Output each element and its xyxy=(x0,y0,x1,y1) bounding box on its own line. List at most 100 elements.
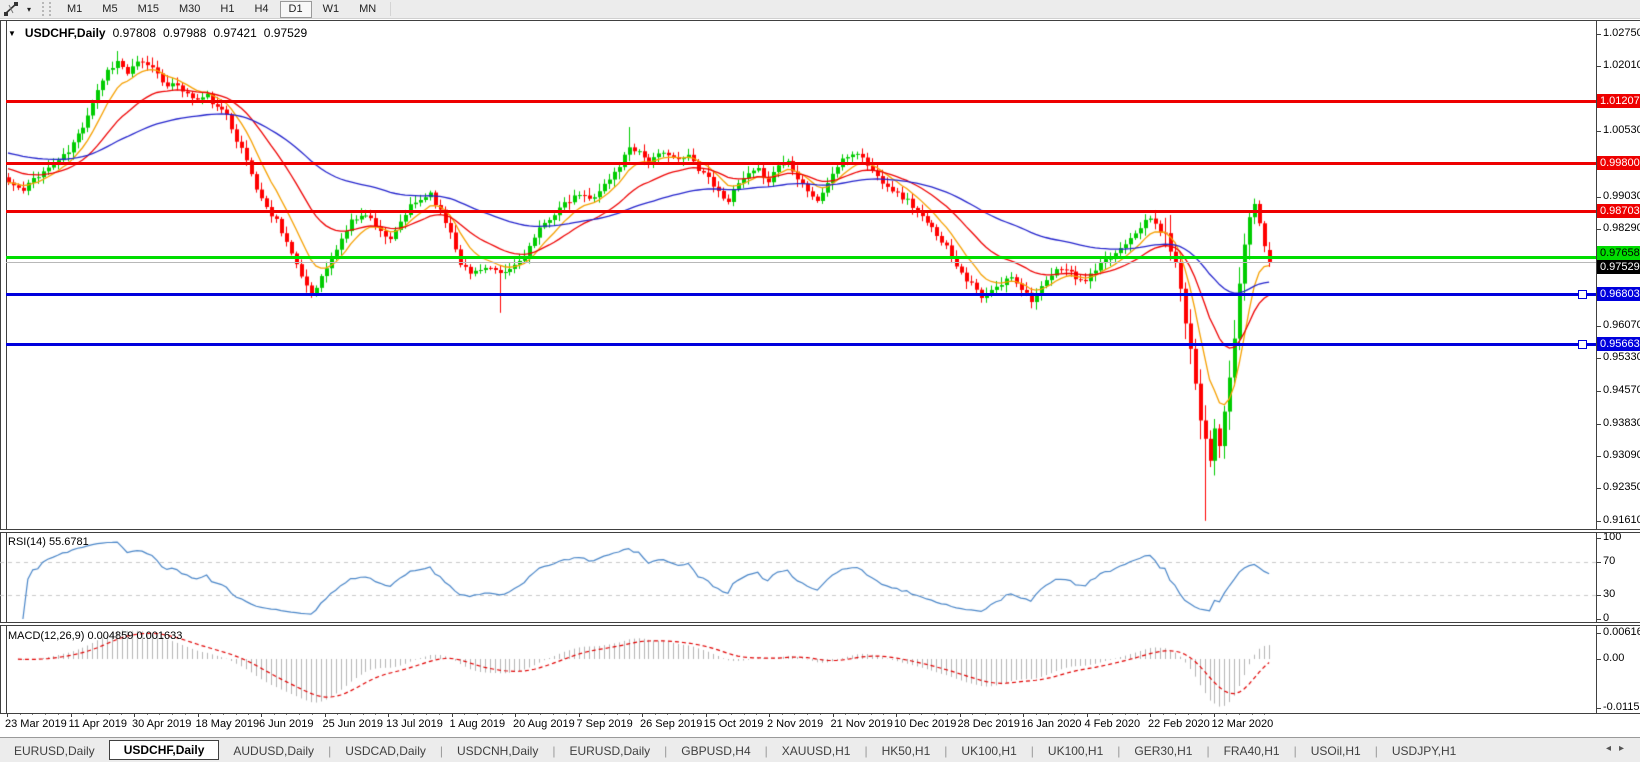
price-tick-label: 0.96070 xyxy=(1603,319,1640,331)
toolbar-separator xyxy=(390,2,391,16)
date-label: 4 Feb 2020 xyxy=(1085,718,1141,730)
price-tick-mark xyxy=(1596,521,1601,522)
price-badge-support-2: 0.95663 xyxy=(1597,337,1640,351)
timeframe-button-m30[interactable]: M30 xyxy=(170,1,209,18)
chart-tab-ger30-h1[interactable]: GER30,H1 xyxy=(1120,742,1206,760)
date-label: 25 Jun 2019 xyxy=(323,718,384,730)
timeframe-button-h4[interactable]: H4 xyxy=(245,1,277,18)
price-tick-mark xyxy=(1596,197,1601,198)
pane-splitter-macd[interactable] xyxy=(0,622,1640,626)
chart-tab-fra40-h1[interactable]: FRA40,H1 xyxy=(1210,742,1294,760)
date-label: 18 May 2019 xyxy=(196,718,260,730)
price-tick-mark xyxy=(1596,229,1601,230)
macd-axis-label: 0.006167 xyxy=(1603,626,1640,638)
chart-tab-usdjpy-h1[interactable]: USDJPY,H1 xyxy=(1378,742,1470,760)
level-line-resistance-3[interactable] xyxy=(6,210,1596,213)
toolbar-drag-handle[interactable] xyxy=(42,2,51,16)
macd-tick-mark xyxy=(1596,659,1601,660)
date-label: 22 Feb 2020 xyxy=(1148,718,1210,730)
chart-tab-usdchf-daily[interactable]: USDCHF,Daily xyxy=(109,740,220,760)
rsi-tick-mark xyxy=(1596,619,1601,620)
level-line-resistance-1[interactable] xyxy=(6,100,1596,103)
chart-tab-audusd-daily[interactable]: AUDUSD,Daily xyxy=(219,742,328,760)
level-line-handle[interactable] xyxy=(1578,290,1587,299)
chart-collapse-icon[interactable]: ▼ xyxy=(8,29,16,38)
level-line-current-price xyxy=(6,262,1596,263)
rsi-tick-mark xyxy=(1596,562,1601,563)
date-label: 12 Mar 2020 xyxy=(1212,718,1274,730)
tab-scroll-arrows[interactable]: ◂▸ xyxy=(1606,743,1632,754)
price-tick-label: 1.00530 xyxy=(1603,124,1640,136)
date-label: 28 Dec 2019 xyxy=(958,718,1020,730)
timeframe-button-w1[interactable]: W1 xyxy=(314,1,349,18)
price-tick-label: 0.93090 xyxy=(1603,449,1640,461)
date-label: 10 Dec 2019 xyxy=(894,718,956,730)
macd-axis-label: 0.00 xyxy=(1603,652,1624,664)
level-line-resistance-2[interactable] xyxy=(6,162,1596,165)
chart-tab-usdcad-daily[interactable]: USDCAD,Daily xyxy=(331,742,440,760)
drawing-tools-icon[interactable] xyxy=(0,1,22,17)
chart-tab-uk100-h1[interactable]: UK100,H1 xyxy=(1034,742,1117,760)
chart-tab-usoil-h1[interactable]: USOil,H1 xyxy=(1297,742,1375,760)
date-label: 30 Apr 2019 xyxy=(132,718,191,730)
timeframe-button-h1[interactable]: H1 xyxy=(211,1,243,18)
price-chart-canvas[interactable] xyxy=(0,21,1596,529)
price-tick-label: 1.02750 xyxy=(1603,27,1640,39)
price-axis-border xyxy=(1596,21,1597,713)
date-label: 2 Nov 2019 xyxy=(767,718,823,730)
trading-platform-window: ▾ M1M5M15M30H1H4D1W1MN ▼ USDCHF,Daily 0.… xyxy=(0,0,1640,762)
timeframe-button-m5[interactable]: M5 xyxy=(93,1,126,18)
price-tick-mark xyxy=(1596,456,1601,457)
price-tick-label: 0.93830 xyxy=(1603,417,1640,429)
chart-tab-hk50-h1[interactable]: HK50,H1 xyxy=(868,742,945,760)
price-tick-label: 0.94570 xyxy=(1603,384,1640,396)
chart-tab-usdcnh-daily[interactable]: USDCNH,Daily xyxy=(443,742,552,760)
macd-tick-mark xyxy=(1596,708,1601,709)
pane-splitter-rsi[interactable] xyxy=(0,529,1640,533)
date-label: 11 Apr 2019 xyxy=(69,718,128,730)
price-tick-mark xyxy=(1596,391,1601,392)
price-tick-mark xyxy=(1596,131,1601,132)
rsi-tick-mark xyxy=(1596,538,1601,539)
date-label: 20 Aug 2019 xyxy=(513,718,575,730)
level-line-support-2[interactable] xyxy=(6,343,1596,346)
timeframe-button-m1[interactable]: M1 xyxy=(58,1,91,18)
price-badge-pivot-green: 0.97658 xyxy=(1597,246,1640,260)
chart-title: ▼ USDCHF,Daily 0.97808 0.97988 0.97421 0… xyxy=(8,26,307,40)
date-label: 13 Jul 2019 xyxy=(386,718,443,730)
level-line-support-1[interactable] xyxy=(6,293,1596,296)
chart-tab-eurusd-daily[interactable]: EURUSD,Daily xyxy=(0,742,109,760)
ohlc-close: 0.97529 xyxy=(264,26,307,40)
chart-tab-xauusd-h1[interactable]: XAUUSD,H1 xyxy=(768,742,865,760)
price-tick-label: 0.92350 xyxy=(1603,481,1640,493)
ohlc-open: 0.97808 xyxy=(113,26,156,40)
price-tick-label: 0.95330 xyxy=(1603,351,1640,363)
chart-tab-eurusd-daily[interactable]: EURUSD,Daily xyxy=(555,742,664,760)
rsi-indicator-canvas[interactable] xyxy=(0,533,1596,622)
rsi-axis-label: 70 xyxy=(1603,555,1615,567)
rsi-label: RSI(14) 55.6781 xyxy=(8,536,89,548)
date-label: 23 Mar 2019 xyxy=(5,718,67,730)
date-label: 21 Nov 2019 xyxy=(831,718,893,730)
price-tick-label: 1.02010 xyxy=(1603,59,1640,71)
date-label: 26 Sep 2019 xyxy=(640,718,702,730)
timeframe-button-m15[interactable]: M15 xyxy=(129,1,168,18)
level-line-handle[interactable] xyxy=(1578,340,1587,349)
price-tick-mark xyxy=(1596,34,1601,35)
macd-indicator-canvas[interactable] xyxy=(0,627,1596,713)
tools-dropdown-caret-icon[interactable]: ▾ xyxy=(22,5,36,14)
date-label: 6 Jun 2019 xyxy=(259,718,313,730)
level-line-pivot-green[interactable] xyxy=(6,256,1596,259)
rsi-tick-mark xyxy=(1596,595,1601,596)
macd-pane-bottom-border xyxy=(0,713,1640,714)
chart-window: ▼ USDCHF,Daily 0.97808 0.97988 0.97421 0… xyxy=(0,20,1640,714)
timeframe-button-mn[interactable]: MN xyxy=(350,1,385,18)
timeframe-button-d1[interactable]: D1 xyxy=(280,1,312,18)
chart-tab-gbpusd-h4[interactable]: GBPUSD,H4 xyxy=(667,742,764,760)
price-badge-resistance-1: 1.01207 xyxy=(1597,94,1640,108)
macd-axis-label: -0.011531 xyxy=(1603,701,1640,713)
ohlc-high: 0.97988 xyxy=(163,26,206,40)
macd-label: MACD(12,26,9) 0.004859 0.001633 xyxy=(8,630,182,642)
chart-tab-uk100-h1[interactable]: UK100,H1 xyxy=(947,742,1030,760)
price-tick-label: 0.98290 xyxy=(1603,222,1640,234)
